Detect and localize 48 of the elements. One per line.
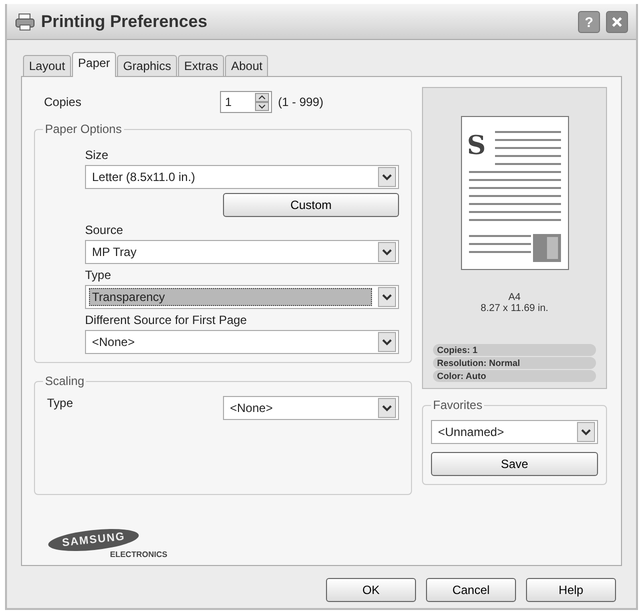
dropdown[interactable]: <None>	[85, 330, 399, 354]
caret-icon	[378, 332, 396, 352]
group-title: Favorites	[431, 398, 484, 412]
tab[interactable]: Graphics	[117, 55, 178, 76]
field-label: Different Source for First Page	[85, 313, 248, 327]
summary-line: Resolution: Normal	[433, 357, 596, 369]
printer-icon	[15, 12, 35, 30]
up-down-arrows-icon	[255, 93, 269, 111]
tab[interactable]: Layout	[23, 55, 72, 76]
group-title: Scaling	[43, 374, 86, 388]
tab[interactable]: Paper	[72, 52, 116, 77]
dropdown[interactable]: MP Tray	[85, 240, 399, 264]
caret-icon	[577, 422, 595, 442]
summary-line: Copies: 1	[433, 344, 596, 356]
field-label: Type	[47, 396, 74, 410]
dropdown-value: <None>	[91, 334, 136, 351]
dropdown[interactable]: Letter (8.5x11.0 in.)	[85, 165, 399, 189]
tab[interactable]: Extras	[178, 55, 224, 76]
window-title: Printing Preferences	[41, 12, 208, 32]
dropdown[interactable]: <Unnamed>	[431, 420, 598, 444]
dropdown-value: Letter (8.5x11.0 in.)	[91, 169, 196, 186]
caret-icon	[378, 167, 396, 187]
dropdown[interactable]: <None>	[223, 396, 399, 420]
caret-icon	[378, 398, 396, 418]
copies-spinner[interactable]: 1	[220, 91, 272, 113]
summary-line: Color: Auto	[433, 370, 596, 382]
tab[interactable]: About	[225, 55, 268, 76]
caret-icon	[378, 287, 396, 307]
dropdown-value: Transparency	[89, 288, 372, 306]
dropdown-value: MP Tray	[91, 244, 138, 261]
dialog-button[interactable]: OK	[326, 578, 416, 602]
paper-dimensions: 8.27 x 11.69 in.	[480, 303, 548, 314]
dropdown[interactable]: Transparency	[85, 285, 399, 309]
dialog-button[interactable]: Help	[526, 578, 616, 602]
field-label: Source	[85, 223, 124, 237]
page-preview-drawing: S	[460, 116, 568, 270]
copies-label: Copies	[44, 95, 82, 109]
paper-name: A4	[508, 292, 521, 303]
field-label: Type	[85, 268, 112, 282]
caret-icon	[378, 242, 396, 262]
close-icon	[611, 16, 623, 28]
custom-button[interactable]: Custom	[223, 193, 399, 217]
field-label: Size	[85, 148, 110, 162]
group-title: Paper Options	[43, 122, 124, 136]
close-button[interactable]	[606, 10, 628, 32]
dialog-button[interactable]: Cancel	[426, 578, 516, 602]
save-button[interactable]: Save	[431, 452, 598, 476]
copies-range: (1 - 999)	[278, 95, 324, 109]
